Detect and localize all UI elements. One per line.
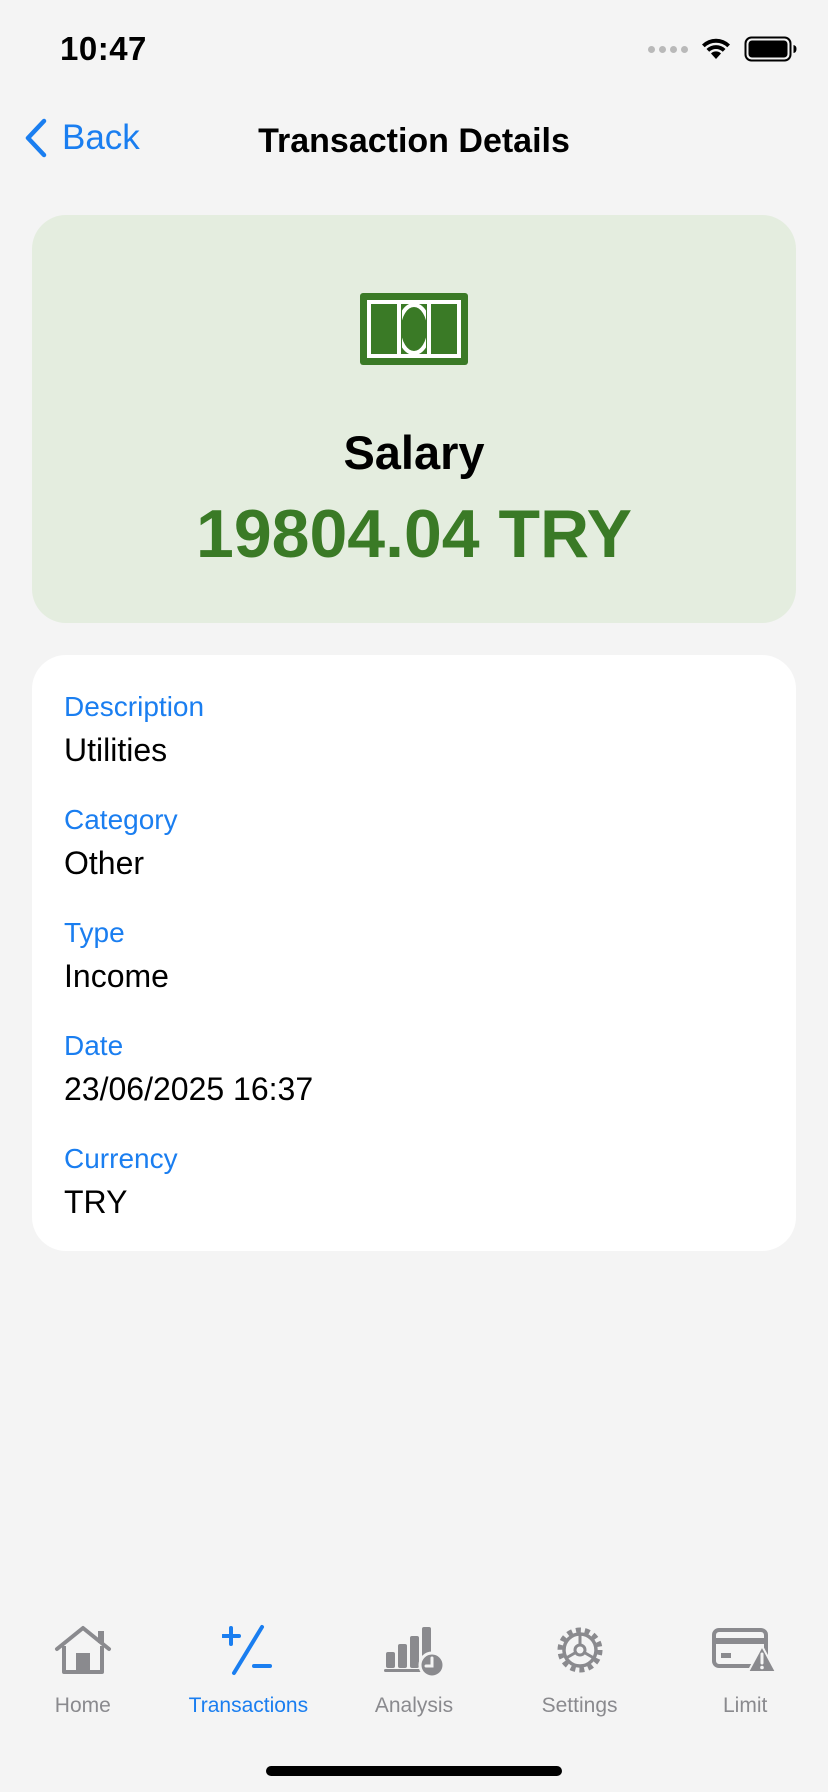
detail-label: Category: [64, 804, 178, 835]
transaction-details-card: Description Utilities Category Other Typ…: [32, 655, 796, 1251]
detail-row-currency: Currency TRY: [64, 1139, 764, 1252]
detail-row-description: Description Utilities: [64, 687, 764, 800]
wifi-icon: [702, 38, 730, 59]
tab-label: Transactions: [188, 1694, 309, 1717]
tab-transactions[interactable]: Transactions: [166, 1620, 332, 1730]
tab-analysis[interactable]: Analysis: [331, 1620, 497, 1730]
tab-label: Home: [54, 1694, 111, 1717]
detail-label: Description: [64, 691, 205, 722]
detail-value: TRY: [64, 1184, 128, 1220]
detail-row-category: Category Other: [64, 800, 764, 913]
tab-label: Settings: [541, 1694, 618, 1717]
status-icons: [648, 36, 798, 62]
house-icon: [54, 1626, 111, 1674]
cellular-signal-icon: [648, 45, 688, 53]
page-title: Transaction Details: [258, 122, 570, 160]
tab-limit[interactable]: Limit: [662, 1620, 828, 1730]
transaction-summary-card: Salary 19804.04 TRY: [32, 215, 796, 623]
detail-row-type: Type Income: [64, 913, 764, 1026]
detail-value: 23/06/2025 16:37: [64, 1071, 314, 1107]
category-title: Salary: [343, 426, 485, 479]
detail-label: Type: [64, 917, 125, 948]
tab-label: Analysis: [374, 1694, 454, 1717]
home-indicator: [266, 1766, 562, 1776]
tab-home[interactable]: Home: [0, 1620, 166, 1730]
battery-icon: [744, 36, 797, 62]
detail-label: Date: [64, 1030, 124, 1061]
tab-label: Limit: [723, 1694, 768, 1717]
detail-row-date: Date 23/06/2025 16:37: [64, 1026, 764, 1139]
banknote-icon: [360, 293, 468, 365]
detail-label: Currency: [64, 1143, 178, 1174]
plus-minus-icon: [222, 1625, 273, 1675]
tab-settings[interactable]: Settings: [497, 1620, 663, 1730]
navigation-bar: Back Transaction Details: [0, 100, 828, 180]
status-bar: 10:47: [0, 0, 828, 100]
detail-value: Income: [64, 958, 169, 994]
detail-value: Utilities: [64, 732, 168, 768]
detail-value: Other: [64, 845, 145, 881]
card-warning-icon: [712, 1628, 778, 1673]
tab-bar: Home Transactions Analysis Settings Limi…: [0, 1620, 828, 1730]
gear-icon: [557, 1627, 603, 1673]
status-time: 10:47: [60, 30, 147, 67]
transaction-amount: 19804.04 TRY: [196, 496, 632, 572]
transaction-details-screen: 10:47 Back Transaction Details Salary 19…: [0, 0, 828, 1792]
chart-clock-icon: [383, 1627, 446, 1678]
